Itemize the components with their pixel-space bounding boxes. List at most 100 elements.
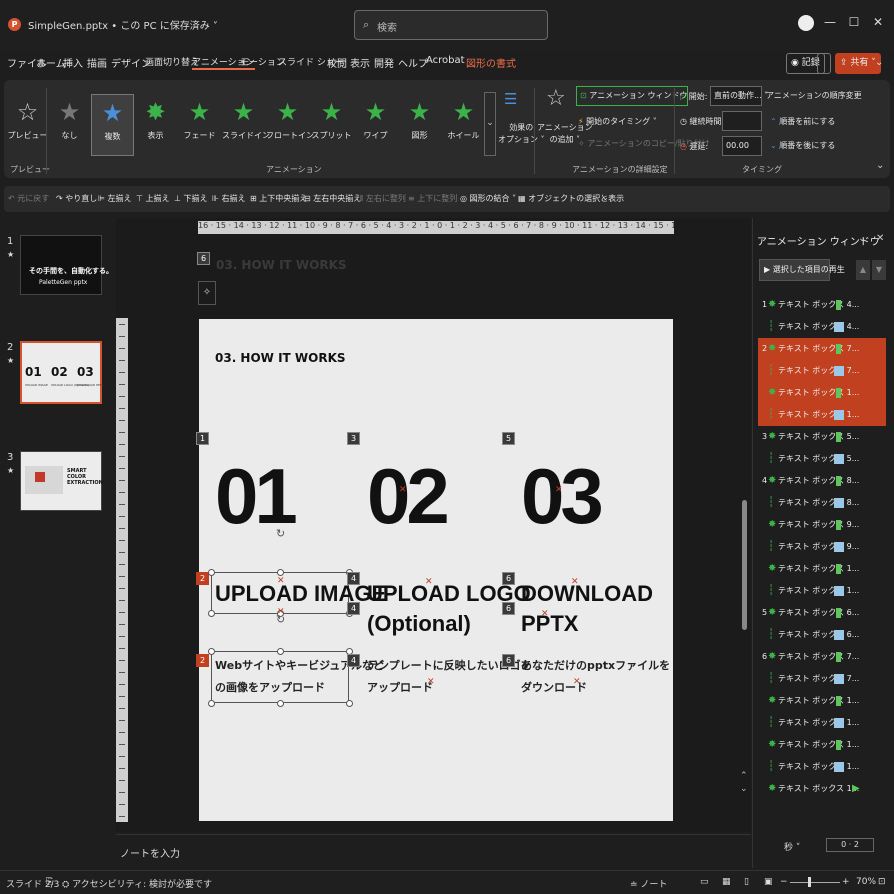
animation-pane-button[interactable]: ⊡ アニメーション ウィンドウ bbox=[576, 86, 689, 106]
animation-list-item[interactable]: ┆ テキスト ボックス 1... bbox=[758, 580, 886, 602]
animation-list-item[interactable]: 2 ✸ テキスト ボックス 7... bbox=[758, 338, 886, 360]
trigger-button[interactable]: ⚡ 開始のタイミング ˅ bbox=[578, 116, 657, 127]
step-heading[interactable]: (Optional) bbox=[367, 609, 471, 639]
move-later-button[interactable]: ⌄ 順番を後にする bbox=[770, 140, 835, 151]
prev-next-slide-icon[interactable]: ⌃ ⌄ bbox=[740, 770, 748, 796]
accessibility-status[interactable]: ⛭ アクセシビリティ: 検討が必要です bbox=[62, 877, 212, 890]
slide-title[interactable]: 03. HOW IT WORKS bbox=[215, 351, 346, 365]
animation-list-item[interactable]: ✸ テキスト ボックス 1... bbox=[758, 690, 886, 712]
animation-list-item[interactable]: ✸ テキスト ボックス 1... ▶ bbox=[758, 778, 886, 800]
tab-transitions[interactable]: 画面切り替え bbox=[145, 55, 199, 68]
align-right-button[interactable]: ⊪ 右揃え bbox=[212, 193, 246, 204]
slide-canvas[interactable]: 03. HOW IT WORKS 1 01 2 ↻ UPLOAD IMAGE 2… bbox=[196, 319, 673, 821]
normal-view-icon[interactable]: ▭ bbox=[700, 877, 709, 887]
animation-list-item[interactable]: ┆ テキスト ボックス 8... bbox=[758, 492, 886, 514]
rotate-handle-icon[interactable]: ↻ bbox=[276, 527, 285, 540]
gallery-more-icon[interactable]: ⌄ bbox=[484, 92, 496, 156]
maximize-button[interactable]: ☐ bbox=[844, 12, 864, 32]
animation-tag[interactable]: 4 bbox=[347, 654, 360, 667]
vertical-scrollbar[interactable] bbox=[742, 500, 747, 630]
close-button[interactable]: ✕ bbox=[868, 12, 888, 32]
zoom-in-icon[interactable]: + bbox=[842, 877, 850, 887]
animation-list-item[interactable]: ┆ テキスト ボックス 7... bbox=[758, 360, 886, 382]
animation-tag[interactable]: 6 bbox=[502, 654, 515, 667]
zoom-thumb[interactable] bbox=[808, 877, 811, 887]
customize-qat-icon[interactable]: ⌄ bbox=[602, 193, 609, 202]
tab-draw[interactable]: 描画 bbox=[87, 55, 107, 70]
slide-thumbnail-1[interactable]: その手間を、自動化する。 PaletteGen pptx bbox=[20, 235, 113, 295]
animation-tag[interactable]: 6 bbox=[502, 572, 515, 585]
animation-tag[interactable]: 1 bbox=[196, 432, 209, 445]
step-description[interactable]: あなただけのpptxファイルを bbox=[521, 655, 670, 677]
effect-wheel[interactable]: ★ ホイール bbox=[442, 94, 485, 156]
notes-pane[interactable]: ノートを入力 bbox=[116, 834, 751, 868]
animation-list-item[interactable]: ┆ テキスト ボックス 9... bbox=[758, 536, 886, 558]
sorter-view-icon[interactable]: ▦ bbox=[722, 877, 731, 887]
animation-list-item[interactable]: 3 ✸ テキスト ボックス 5... bbox=[758, 426, 886, 448]
animation-list-item[interactable]: ┆ テキスト ボックス 1... bbox=[758, 404, 886, 426]
more-icon[interactable]: ⌄ bbox=[875, 57, 883, 68]
reading-view-icon[interactable]: ▯ bbox=[744, 877, 749, 887]
tab-help[interactable]: ヘルプ bbox=[398, 55, 428, 70]
animation-list-item[interactable]: ✸ テキスト ボックス 1... bbox=[758, 558, 886, 580]
animation-tag[interactable]: 6 bbox=[502, 602, 515, 615]
animation-list-item[interactable]: ┆ テキスト ボックス 1... bbox=[758, 756, 886, 778]
animation-list-item[interactable]: ┆ テキスト ボックス 7... bbox=[758, 668, 886, 690]
duration-input[interactable] bbox=[722, 111, 762, 131]
align-top-button[interactable]: ⊤ 上揃え bbox=[136, 193, 170, 204]
animation-list-item[interactable]: ┆ テキスト ボックス 4... bbox=[758, 316, 886, 338]
distribute-horizontal-button[interactable]: ⫴ 左右に整列 bbox=[360, 193, 406, 204]
animation-list-item[interactable]: ✸ テキスト ボックス 1... bbox=[758, 734, 886, 756]
animation-list-item[interactable]: ✸ テキスト ボックス 1... bbox=[758, 382, 886, 404]
search-box[interactable]: ⌕ 検索 bbox=[354, 10, 548, 40]
document-title[interactable]: SimpleGen.pptx • この PC に保存済み ˅ bbox=[28, 17, 218, 32]
move-up-icon[interactable]: ▲ bbox=[856, 260, 870, 280]
avatar[interactable] bbox=[798, 15, 814, 31]
effect-split[interactable]: ★ スプリット bbox=[310, 94, 353, 156]
pane-options-icon[interactable]: ⌄ bbox=[858, 233, 866, 244]
notes-toggle[interactable]: ≐ ノート bbox=[630, 877, 667, 890]
play-selected-button[interactable]: ▶ 選択した項目の再生 bbox=[759, 259, 845, 281]
move-earlier-button[interactable]: ⌃ 順番を前にする bbox=[770, 116, 835, 127]
animation-list-item[interactable]: ┆ テキスト ボックス 5... bbox=[758, 448, 886, 470]
effect-appear[interactable]: ✸ 表示 bbox=[134, 94, 177, 156]
slide-thumbnail-2[interactable]: 01 02 03 UPLOAD IMAGE UPLOAD LOGO (Optio… bbox=[20, 341, 104, 404]
tab-acrobat[interactable]: Acrobat bbox=[426, 55, 465, 66]
step-description[interactable]: の画像をアップロード bbox=[215, 677, 325, 699]
tab-developer[interactable]: 開発 bbox=[374, 55, 394, 70]
zoom-level[interactable]: 70% bbox=[856, 877, 876, 887]
step-heading[interactable]: UPLOAD IMAGE bbox=[215, 579, 386, 609]
fit-to-window-icon[interactable]: ⊡ bbox=[878, 877, 886, 887]
align-bottom-button[interactable]: ⊥ 下揃え bbox=[174, 193, 208, 204]
delay-input[interactable]: 00.00 bbox=[722, 136, 762, 156]
align-center-button[interactable]: ⊟ 左右中央揃え bbox=[304, 193, 361, 204]
tab-review[interactable]: 校閲 bbox=[327, 55, 347, 70]
step-heading[interactable]: PPTX bbox=[521, 609, 578, 639]
step-number[interactable]: 03 bbox=[521, 451, 604, 542]
tab-home[interactable]: ホーム bbox=[36, 55, 66, 70]
animation-list-item[interactable]: 4 ✸ テキスト ボックス 8... bbox=[758, 470, 886, 492]
timeline-scale[interactable]: 0 · 2 bbox=[826, 838, 874, 852]
close-pane-icon[interactable]: ✕ bbox=[876, 233, 884, 244]
designer-icon[interactable]: ✧ bbox=[198, 281, 216, 305]
effect-float-in[interactable]: ★ フロートイン bbox=[266, 94, 314, 156]
animation-list-item[interactable]: ┆ テキスト ボックス 6... bbox=[758, 624, 886, 646]
preview-button[interactable]: ☆ プレビュー bbox=[6, 94, 49, 156]
start-select[interactable]: 直前の動作... ˅ bbox=[710, 86, 768, 106]
redo-button[interactable]: ↷ やり直し bbox=[56, 193, 97, 204]
move-down-icon[interactable]: ▼ bbox=[872, 260, 886, 280]
tab-view[interactable]: 表示 bbox=[350, 55, 370, 70]
step-description[interactable]: アップロード bbox=[367, 677, 433, 699]
undo-button[interactable]: ↶ 元に戻す bbox=[8, 193, 49, 204]
animation-tag[interactable]: 2 bbox=[196, 654, 209, 667]
zoom-out-icon[interactable]: − bbox=[780, 877, 788, 887]
share-button[interactable]: ⇪ 共有 ˅ bbox=[835, 53, 881, 74]
effect-shape[interactable]: ★ 図形 bbox=[398, 94, 441, 156]
comment-button[interactable] bbox=[817, 53, 831, 74]
minimize-button[interactable]: — bbox=[820, 12, 840, 32]
zoom-slider[interactable] bbox=[790, 882, 840, 883]
slide-thumbnail-3[interactable]: SMART COLOR EXTRACTION bbox=[20, 451, 103, 511]
tab-shape-format[interactable]: 図形の書式 bbox=[466, 55, 516, 70]
align-left-button[interactable]: ⊫ 左揃え bbox=[98, 193, 132, 204]
merge-shapes-button[interactable]: ◎ 図形の結合 ˅ bbox=[460, 193, 516, 204]
